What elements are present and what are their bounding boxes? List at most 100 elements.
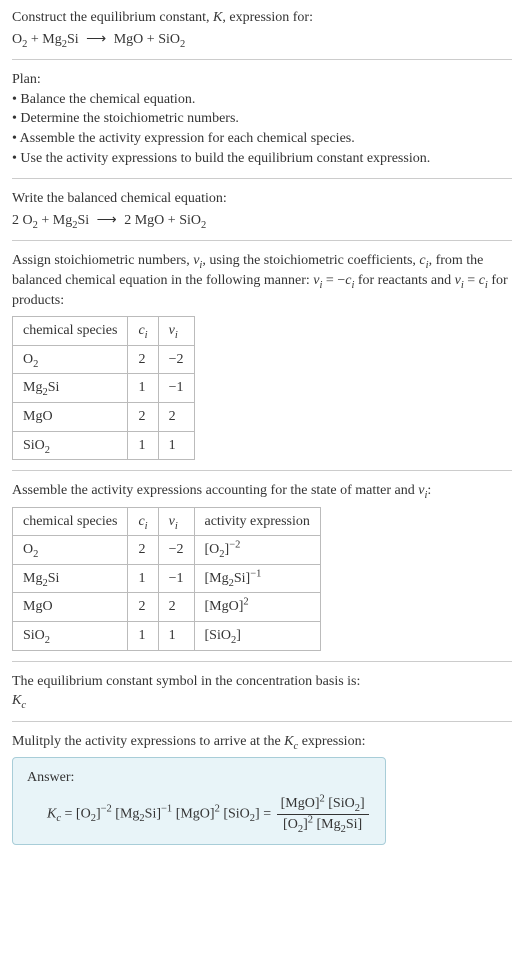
- table-row: SiO2 1 1: [13, 431, 195, 460]
- plan-bullet: • Balance the chemical equation.: [12, 90, 512, 110]
- col-nui: νi: [158, 317, 194, 346]
- text: [SiO: [205, 628, 231, 643]
- text: ]: [360, 796, 365, 811]
- cell-c: 1: [128, 431, 158, 460]
- text: = −: [322, 273, 345, 288]
- plan-bullet: • Assemble the activity expression for e…: [12, 129, 512, 149]
- cell-nu: −2: [158, 345, 194, 374]
- table-row: Mg2Si 1 −1: [13, 374, 195, 403]
- equals: =: [61, 806, 76, 821]
- arrow-icon: ⟶: [93, 213, 121, 228]
- text: [Mg: [112, 806, 140, 821]
- kc-symbol-section: The equilibrium constant symbol in the c…: [12, 672, 512, 711]
- text: MgO: [23, 409, 53, 424]
- text: 2 O: [12, 213, 33, 228]
- text: Si: [48, 571, 60, 586]
- col-ci: ci: [128, 507, 158, 536]
- text: [O: [76, 806, 91, 821]
- table-row: Mg2Si 1 −1 [Mg2Si]−1: [13, 564, 321, 593]
- cell-nu: 1: [158, 622, 194, 651]
- cell-species: SiO2: [13, 622, 128, 651]
- activity-paragraph: Assemble the activity expressions accoun…: [12, 481, 512, 501]
- table-row: SiO2 1 1 [SiO2]: [13, 622, 321, 651]
- k-symbol: K: [213, 10, 222, 25]
- stoichiometry-table: chemical species ci νi O2 2 −2 Mg2Si 1 −…: [12, 316, 195, 460]
- text: O: [23, 352, 33, 367]
- table-row: MgO 2 2: [13, 402, 195, 431]
- divider: [12, 240, 512, 241]
- text: O: [12, 32, 22, 47]
- text: [O: [283, 817, 298, 832]
- subscript: 2: [33, 549, 38, 560]
- kc-symbol-text: The equilibrium constant symbol in the c…: [12, 672, 512, 692]
- cell-c: 2: [128, 345, 158, 374]
- text: Si: [67, 32, 82, 47]
- text: + Mg: [38, 213, 72, 228]
- subscript: i: [175, 330, 178, 341]
- plan-section: Plan: • Balance the chemical equation. •…: [12, 70, 512, 168]
- text: [Mg: [205, 571, 229, 586]
- balanced-title: Write the balanced chemical equation:: [12, 189, 512, 209]
- k-symbol: K: [12, 693, 21, 708]
- divider: [12, 661, 512, 662]
- activity-table: chemical species ci νi activity expressi…: [12, 507, 321, 651]
- cell-c: 1: [128, 622, 158, 651]
- cell-nu: −1: [158, 564, 194, 593]
- text: SiO: [23, 628, 45, 643]
- subscript: 2: [45, 444, 50, 455]
- text: Si: [77, 213, 92, 228]
- answer-expression: Kc = [O2]−2 [Mg2Si]−1 [MgO]2 [SiO2] = [M…: [27, 788, 371, 834]
- subscript: 2: [45, 635, 50, 646]
- multiply-section: Mulitply the activity expressions to arr…: [12, 732, 512, 845]
- subscript: i: [175, 520, 178, 531]
- intro-line1: Construct the equilibrium constant, K, e…: [12, 8, 512, 28]
- text: =: [464, 273, 479, 288]
- cell-species: O2: [13, 536, 128, 565]
- cell-nu: −1: [158, 374, 194, 403]
- numerator: [MgO]2 [SiO2]: [277, 794, 369, 815]
- kc-symbol: Kc: [12, 691, 512, 711]
- text: [SiO: [325, 796, 355, 811]
- text: + Mg: [27, 32, 61, 47]
- table-row: O2 2 −2: [13, 345, 195, 374]
- text: Si]: [145, 806, 161, 821]
- cell-nu: −2: [158, 536, 194, 565]
- superscript: −1: [161, 804, 172, 815]
- text: [O: [205, 542, 220, 557]
- superscript: −2: [229, 540, 240, 551]
- subscript: 2: [33, 359, 38, 370]
- col-ci: ci: [128, 317, 158, 346]
- text: for reactants and: [354, 273, 454, 288]
- fraction: [MgO]2 [SiO2] [O2]2 [Mg2Si]: [277, 794, 369, 834]
- text: expression:: [298, 734, 365, 749]
- cell-c: 2: [128, 593, 158, 622]
- cell-species: SiO2: [13, 431, 128, 460]
- assign-section: Assign stoichiometric numbers, νi, using…: [12, 251, 512, 460]
- text: [MgO]: [205, 599, 244, 614]
- intro-section: Construct the equilibrium constant, K, e…: [12, 8, 512, 49]
- subscript: c: [21, 700, 26, 711]
- superscript: 2: [243, 597, 248, 608]
- answer-box: Answer: Kc = [O2]−2 [Mg2Si]−1 [MgO]2 [Si…: [12, 757, 386, 845]
- equals: =: [260, 806, 275, 821]
- text: [Mg: [313, 817, 341, 832]
- text: MgO: [23, 599, 53, 614]
- unbalanced-equation: O2 + Mg2Si ⟶ MgO + SiO2: [12, 30, 512, 50]
- divider: [12, 178, 512, 179]
- subscript: i: [145, 520, 148, 531]
- assign-paragraph: Assign stoichiometric numbers, νi, using…: [12, 251, 512, 310]
- cell-nu: 1: [158, 431, 194, 460]
- multiply-text: Mulitply the activity expressions to arr…: [12, 732, 512, 752]
- text: 2 MgO + SiO: [121, 213, 201, 228]
- table-header-row: chemical species ci νi: [13, 317, 195, 346]
- cell-activity: [O2]−2: [194, 536, 320, 565]
- text: SiO: [23, 438, 45, 453]
- cell-species: Mg2Si: [13, 564, 128, 593]
- cell-species: Mg2Si: [13, 374, 128, 403]
- text: [MgO]: [281, 796, 320, 811]
- subscript: 2: [201, 220, 206, 231]
- col-activity: activity expression: [194, 507, 320, 536]
- cell-c: 2: [128, 402, 158, 431]
- col-nui: νi: [158, 507, 194, 536]
- k-symbol: K: [47, 806, 56, 821]
